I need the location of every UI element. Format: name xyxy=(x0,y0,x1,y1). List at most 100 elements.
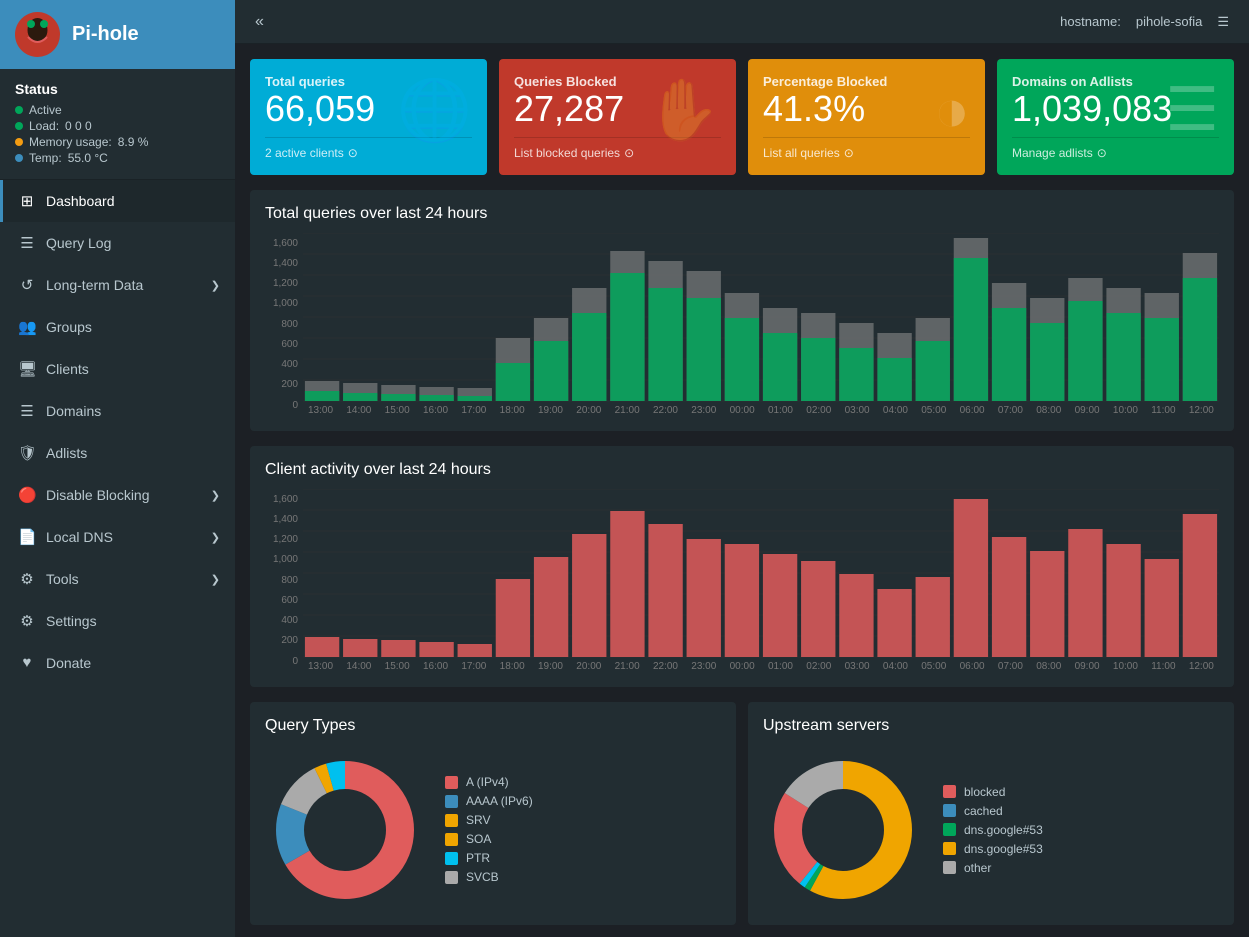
sidebar-header: Pi-hole xyxy=(0,0,235,69)
stat-card-total-queries: Total queries 66,059 🌐 2 active clients … xyxy=(250,59,487,175)
load-dot xyxy=(15,122,23,130)
client-activity-y-labels: 1,600 1,400 1,200 1,000 800 600 400 200 … xyxy=(265,489,303,672)
sidebar-item-domains[interactable]: ☰Domains xyxy=(0,390,235,432)
menu-icon[interactable]: ☰ xyxy=(1217,14,1229,30)
query-types-donut xyxy=(265,750,425,910)
legend-color-soa xyxy=(445,833,458,846)
local-dns-icon: 📄 xyxy=(18,528,36,546)
legend-color-other xyxy=(943,861,956,874)
long-term-data-icon: ↺ xyxy=(18,276,36,294)
sidebar-item-clients[interactable]: 🖥Clients xyxy=(0,348,235,390)
load-value: 0 0 0 xyxy=(65,119,92,133)
sidebar-item-settings[interactable]: ⚙ Settings xyxy=(0,600,235,642)
legend-color-dns-google-2 xyxy=(943,842,956,855)
client-activity-chart: Client activity over last 24 hours 1,600… xyxy=(250,446,1234,687)
query-types-section: A (IPv4) AAAA (IPv6) SRV SOA xyxy=(265,750,721,910)
total-queries-chart: Total queries over last 24 hours 1,600 1… xyxy=(250,190,1234,431)
sidebar-nav: ⊞Dashboard ☰ Query Log ↺ Long-term Data ❯ 👥Gro… xyxy=(0,180,235,937)
legend-label-svcb: SVCB xyxy=(466,870,499,884)
legend-color-srv xyxy=(445,814,458,827)
stat-card-domains-adlists: Domains on Adlists 1,039,083 ☰ Manage ad… xyxy=(997,59,1234,175)
sidebar-item-label-donate: Donate xyxy=(46,655,91,671)
sidebar-item-adlists[interactable]: 🛡 Adlists xyxy=(0,432,235,474)
total-queries-chart-body: 1,600 1,400 1,200 1,000 800 600 400 200 … xyxy=(265,233,1219,416)
active-label: Active xyxy=(29,103,62,117)
legend-label-blocked: blocked xyxy=(964,785,1005,799)
status-temp: Temp: 55.0 °C xyxy=(15,151,220,165)
legend-item-srv: SRV xyxy=(445,813,533,827)
legend-color-ipv6 xyxy=(445,795,458,808)
legend-color-ptr xyxy=(445,852,458,865)
status-memory: Memory usage: 8.9 % xyxy=(15,135,220,149)
legend-item-ipv6: AAAA (IPv6) xyxy=(445,794,533,808)
legend-item-dns-google-1: dns.google#53 xyxy=(943,823,1043,837)
query-types-title: Query Types xyxy=(265,717,721,735)
temp-label: Temp: xyxy=(29,151,62,165)
status-active: Active xyxy=(15,103,220,117)
settings-icon: ⚙ xyxy=(18,612,36,630)
legend-label-ptr: PTR xyxy=(466,851,490,865)
legend-color-ipv4 xyxy=(445,776,458,789)
stat-card-queries-blocked: Queries Blocked 27,287 ✋ List blocked qu… xyxy=(499,59,736,175)
topbar: « hostname: pihole-sofia ☰ xyxy=(235,0,1249,44)
active-dot xyxy=(15,106,23,114)
main-content: « hostname: pihole-sofia ☰ Total queries… xyxy=(235,0,1249,937)
sidebar-item-query-log[interactable]: ☰ Query Log xyxy=(0,222,235,264)
sidebar-item-label-adlists: Adlists xyxy=(46,445,87,461)
tools-icon: ⚙ xyxy=(18,570,36,588)
memory-dot xyxy=(15,138,23,146)
temp-dot xyxy=(15,154,23,162)
sidebar-item-local-dns[interactable]: 📄Local DNS❯ xyxy=(0,516,235,558)
sidebar-item-label-query-log: Query Log xyxy=(46,235,111,251)
upstream-servers-section: blocked cached dns.google#53 dns.go xyxy=(763,750,1219,910)
clients-icon: 🖥 xyxy=(18,360,36,378)
domains-icon: ☰ xyxy=(18,402,36,420)
disable-blocking-icon: 🔴 xyxy=(18,486,36,504)
sidebar-item-donate[interactable]: ♥Donate xyxy=(0,642,235,683)
legend-item-blocked: blocked xyxy=(943,785,1043,799)
disable-blocking-chevron-icon: ❯ xyxy=(211,489,220,502)
sidebar-item-disable-blocking[interactable]: 🔴 Disable Blocking ❯ xyxy=(0,474,235,516)
dashboard-icon: ⊞ xyxy=(18,192,36,210)
query-log-icon: ☰ xyxy=(18,234,36,252)
page-content: Total queries 66,059 🌐 2 active clients … xyxy=(235,44,1249,937)
total-queries-chart-inner: 13:0014:0015:0016:0017:0018:0019:0020:00… xyxy=(303,233,1219,416)
status-box: Status Active Load: 0 0 0 Memory usage: … xyxy=(0,69,235,180)
sidebar-item-label-local-dns: Local DNS xyxy=(46,529,113,545)
legend-label-ipv6: AAAA (IPv6) xyxy=(466,794,533,808)
collapse-button[interactable]: « xyxy=(255,13,264,31)
client-activity-x-labels: 13:0014:0015:0016:0017:0018:0019:0020:00… xyxy=(303,661,1219,672)
pie-icon: ◑ xyxy=(934,75,970,144)
list-icon: ☰ xyxy=(1165,75,1219,145)
memory-label: Memory usage: xyxy=(29,135,112,149)
adlists-icon: 🛡 xyxy=(18,444,36,462)
status-title: Status xyxy=(15,81,220,97)
legend-label-other: other xyxy=(964,861,991,875)
tools-chevron-icon: ❯ xyxy=(211,573,220,586)
pihole-logo xyxy=(15,12,60,57)
bars-clients xyxy=(305,499,1217,657)
bottom-row: Query Types A (IPv4) xyxy=(250,702,1234,925)
legend-label-cached: cached xyxy=(964,804,1003,818)
total-queries-x-labels: 13:0014:0015:0016:0017:0018:0019:0020:00… xyxy=(303,405,1219,416)
sidebar-item-long-term-data[interactable]: ↺Long-term Data❯ xyxy=(0,264,235,306)
sidebar-item-label-disable-blocking: Disable Blocking xyxy=(46,487,150,503)
client-activity-chart-title: Client activity over last 24 hours xyxy=(265,461,1219,479)
legend-item-other: other xyxy=(943,861,1043,875)
upstream-servers-card: Upstream servers xyxy=(748,702,1234,925)
sidebar-item-tools[interactable]: ⚙Tools❯ xyxy=(0,558,235,600)
memory-value: 8.9 % xyxy=(118,135,149,149)
legend-item-cached: cached xyxy=(943,804,1043,818)
sidebar-item-label-long-term-data: Long-term Data xyxy=(46,277,143,293)
hostname-label: hostname: xyxy=(1060,14,1121,29)
sidebar-item-groups[interactable]: 👥Groups xyxy=(0,306,235,348)
sidebar-item-dashboard[interactable]: ⊞Dashboard xyxy=(0,180,235,222)
upstream-servers-legend: blocked cached dns.google#53 dns.go xyxy=(943,780,1043,880)
topbar-right: hostname: pihole-sofia ☰ xyxy=(1060,14,1229,30)
temp-value: 55.0 °C xyxy=(68,151,108,165)
sidebar-item-label-settings: Settings xyxy=(46,613,97,629)
client-activity-svg xyxy=(303,489,1219,659)
globe-icon: 🌐 xyxy=(397,74,472,145)
legend-label-soa: SOA xyxy=(466,832,491,846)
hostname-value: pihole-sofia xyxy=(1136,14,1203,29)
